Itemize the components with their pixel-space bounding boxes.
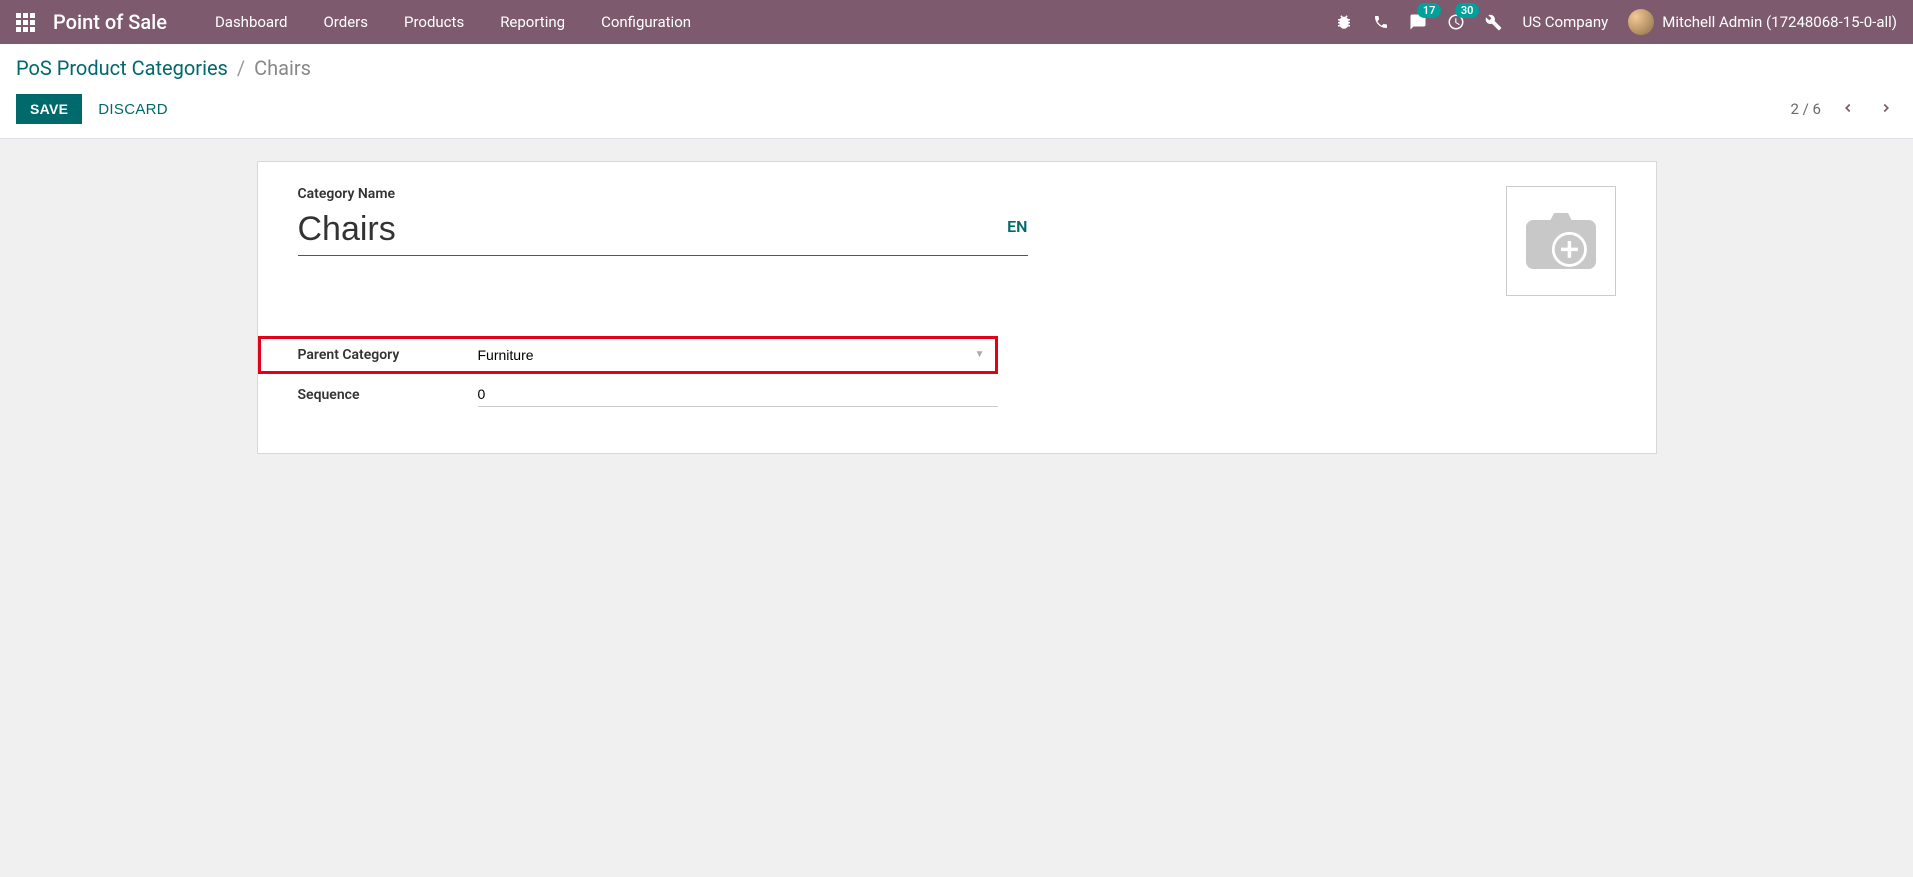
form-container: Category Name EN Parent Category [0, 139, 1913, 476]
debug-icon[interactable] [1335, 13, 1353, 31]
nav-menu-dashboard[interactable]: Dashboard [197, 0, 306, 44]
category-name-label: Category Name [298, 186, 1028, 202]
title-section: Category Name EN [298, 186, 1616, 296]
user-menu[interactable]: Mitchell Admin (17248068-15-0-all) [1628, 9, 1897, 35]
messaging-badge: 17 [1417, 3, 1442, 18]
nav-menu-reporting[interactable]: Reporting [482, 0, 583, 44]
nav-menu: Dashboard Orders Products Reporting Conf… [197, 0, 709, 44]
sequence-row: Sequence [298, 376, 998, 413]
user-name: Mitchell Admin (17248068-15-0-all) [1662, 13, 1897, 31]
language-button[interactable]: EN [1007, 217, 1027, 246]
title-input-row: EN [298, 208, 1028, 256]
control-buttons: SAVE DISCARD 2 / 6 [16, 94, 1897, 124]
nav-menu-configuration[interactable]: Configuration [583, 0, 709, 44]
sequence-value-wrap [478, 382, 998, 407]
navbar-right: 17 30 US Company Mitchell Admin (1724806… [1335, 9, 1897, 35]
pager-prev[interactable] [1837, 96, 1859, 123]
left-buttons: SAVE DISCARD [16, 94, 168, 124]
tools-icon[interactable] [1485, 14, 1502, 31]
form-sheet: Category Name EN Parent Category [257, 161, 1657, 454]
activities-icon[interactable]: 30 [1447, 13, 1465, 31]
title-left: Category Name EN [298, 186, 1028, 256]
activities-badge: 30 [1455, 3, 1480, 18]
pager-next[interactable] [1875, 96, 1897, 123]
main-navbar: Point of Sale Dashboard Orders Products … [0, 0, 1913, 44]
messaging-icon[interactable]: 17 [1409, 13, 1427, 31]
sequence-label: Sequence [298, 387, 478, 403]
nav-menu-orders[interactable]: Orders [305, 0, 386, 44]
control-panel: PoS Product Categories / Chairs SAVE DIS… [0, 44, 1913, 139]
breadcrumb-current: Chairs [254, 56, 311, 80]
company-selector[interactable]: US Company [1522, 13, 1608, 31]
sequence-input[interactable] [478, 382, 998, 407]
pager-value[interactable]: 2 / 6 [1791, 100, 1822, 118]
apps-icon[interactable] [16, 13, 35, 32]
parent-category-value-wrap: ▼ [478, 343, 989, 367]
phone-icon[interactable] [1373, 14, 1389, 30]
category-name-input[interactable] [298, 208, 988, 255]
parent-category-input[interactable] [478, 343, 989, 367]
form-fields: Parent Category ▼ Sequence [298, 336, 998, 413]
parent-category-label: Parent Category [298, 347, 478, 363]
discard-button[interactable]: DISCARD [98, 101, 168, 118]
navbar-left: Point of Sale Dashboard Orders Products … [16, 0, 709, 44]
app-title[interactable]: Point of Sale [53, 10, 167, 34]
parent-category-row: Parent Category ▼ [258, 336, 998, 374]
save-button[interactable]: SAVE [16, 94, 82, 124]
breadcrumb-separator: / [237, 56, 245, 80]
breadcrumb-parent[interactable]: PoS Product Categories [16, 56, 228, 80]
breadcrumb: PoS Product Categories / Chairs [16, 56, 1897, 80]
pager: 2 / 6 [1791, 96, 1898, 123]
image-upload[interactable] [1506, 186, 1616, 296]
nav-menu-products[interactable]: Products [386, 0, 482, 44]
avatar [1628, 9, 1654, 35]
